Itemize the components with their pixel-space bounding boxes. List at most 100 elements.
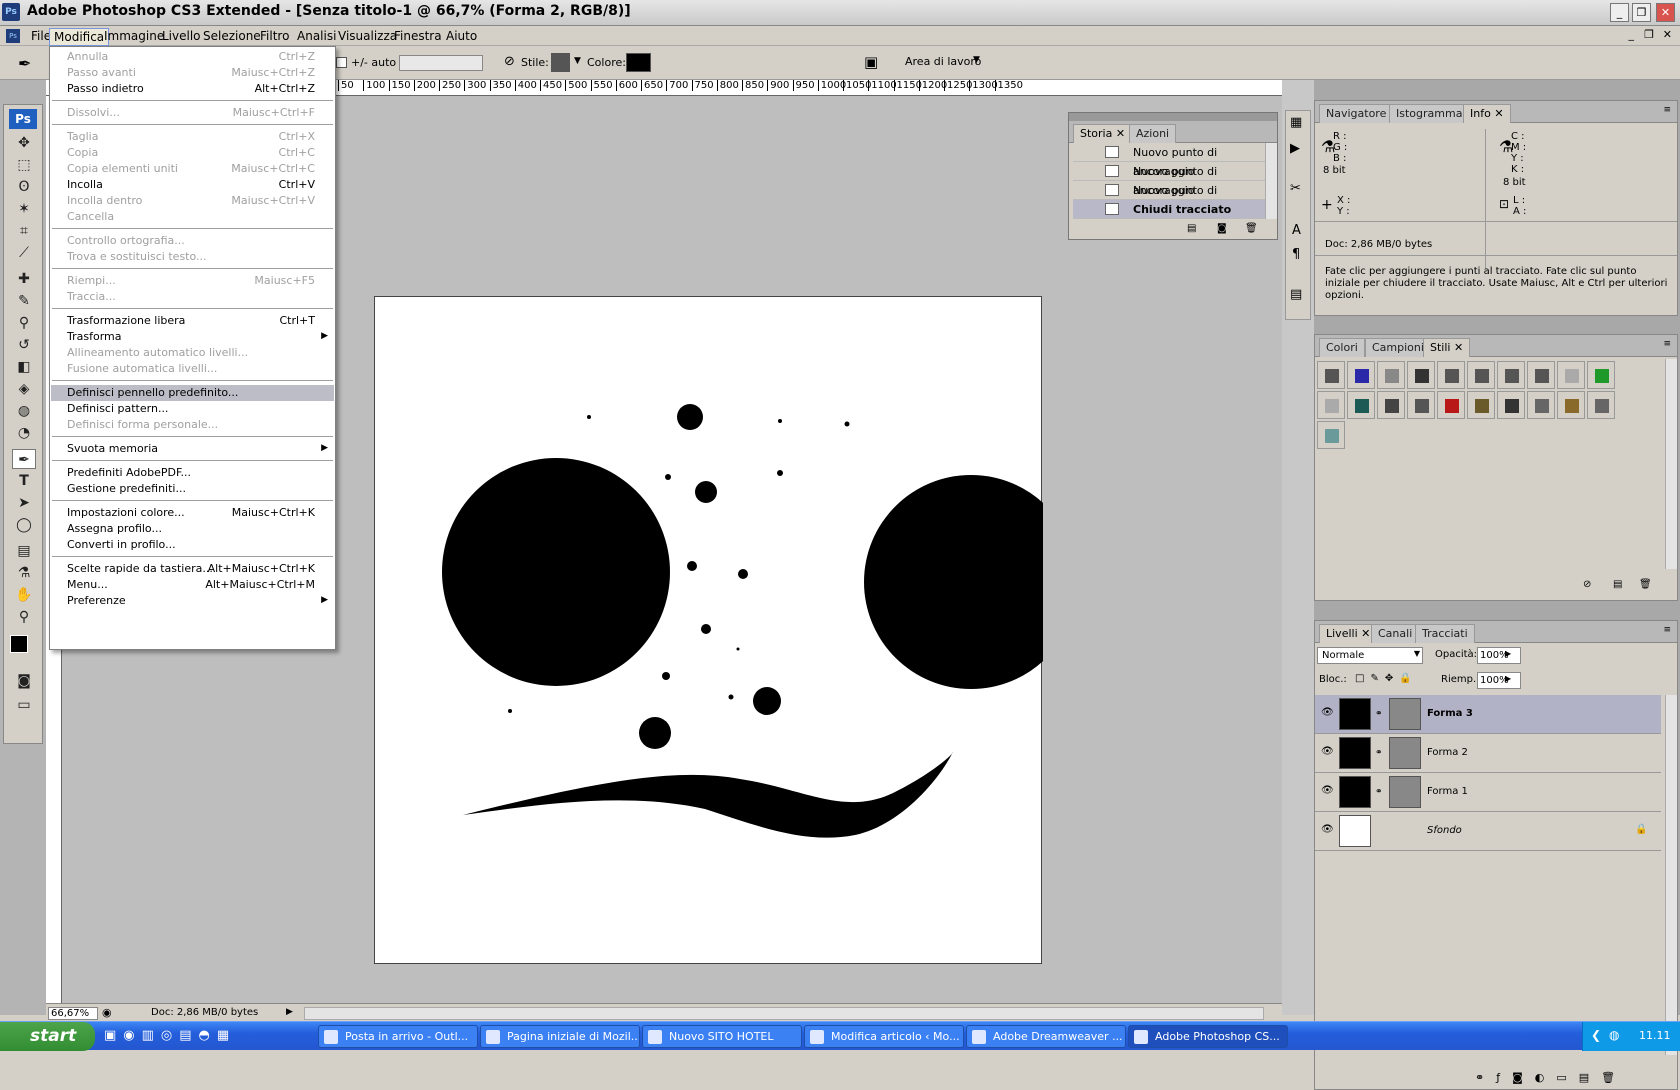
visibility-eye-icon[interactable]: 👁 [1321,824,1335,838]
tab-info[interactable]: Info ✕ [1463,104,1511,123]
layers-scrollbar[interactable] [1665,695,1677,1055]
menu-selezione[interactable]: Selezione [199,28,265,44]
visibility-eye-icon[interactable]: 👁 [1321,785,1335,799]
style-swatch[interactable] [1557,391,1585,419]
style-swatch[interactable] [1587,391,1615,419]
trash-icon[interactable]: 🗑 [1639,579,1652,590]
ellipse-tool-icon[interactable]: ◯ [12,515,36,535]
chevron-down-icon[interactable]: ▼ [973,55,980,65]
chevron-down-icon[interactable]: ▼ [574,56,581,66]
start-button[interactable]: start [0,1022,95,1051]
style-swatch[interactable] [1557,361,1585,389]
edit-menu-item[interactable]: Trasforma ▶ [51,329,334,345]
link-icon[interactable]: ⚭ [1375,709,1383,719]
history-state[interactable]: Nuovo punto di ancoraggio [1073,162,1269,197]
taskbar-button[interactable]: Adobe Dreamweaver ... [966,1025,1126,1048]
style-swatch[interactable] [1377,391,1405,419]
move-tool-icon[interactable]: ✥ [12,133,36,153]
document-canvas[interactable] [374,296,1078,964]
dodge-tool-icon[interactable]: ◔ [12,423,36,443]
character-panel-icon[interactable]: A [1292,223,1301,238]
eraser-tool-icon[interactable]: ◧ [12,357,36,377]
zoom-level[interactable]: 66,67% [48,1007,98,1020]
quick-launch-icons[interactable]: ▣◉▥◎▤◓▦ [104,1028,236,1043]
network-icon[interactable]: ◍ [1609,1028,1619,1042]
style-swatch[interactable] [1437,391,1465,419]
style-swatch[interactable] [1317,391,1345,419]
layer-row[interactable]: 👁 Sfondo 🔒 [1315,812,1661,851]
edit-menu-item[interactable]: Menu... Alt+Maiusc+Ctrl+M [51,577,334,593]
panel-menu-icon[interactable]: ≡ [1663,625,1671,635]
panel-menu-icon[interactable]: ≡ [1663,339,1671,349]
tray-arrow-icon[interactable]: ❮ [1591,1028,1601,1042]
style-swatch[interactable] [1407,361,1435,389]
status-menu-arrow-icon[interactable]: ▶ [286,1007,293,1017]
horizontal-scrollbar[interactable] [304,1007,1264,1020]
menu-livello[interactable]: Livello [158,28,205,44]
fill-input[interactable]: 100% [1477,672,1521,689]
panel-menu-icon[interactable]: ≡ [1663,105,1671,115]
layer-actions[interactable]: ⚭ƒ◙◐▭▤🗑 [1475,1071,1627,1084]
layer-row[interactable]: 👁 ⚭ Forma 1 [1315,773,1661,812]
style-swatch[interactable] [1347,361,1375,389]
tab-tracciati[interactable]: Tracciati [1415,624,1475,643]
doc-restore-icon[interactable]: ❐ [1644,28,1654,41]
style-swatch[interactable] [1497,361,1525,389]
zoom-tool-icon[interactable]: ⚲ [12,607,36,627]
style-swatch[interactable] [1437,361,1465,389]
history-brush-icon[interactable]: ↺ [12,335,36,355]
edit-menu-item[interactable]: Passo indietro Alt+Ctrl+Z [51,81,334,97]
tab-stili[interactable]: Stili ✕ [1423,338,1471,357]
panel-grip[interactable] [1069,113,1277,121]
tab-canali[interactable]: Canali [1371,624,1420,643]
pen-tool-preset-icon[interactable]: ✒ [18,54,31,73]
edit-menu-item[interactable]: Svuota memoria ▶ [51,441,334,457]
path-ops-group[interactable] [399,55,483,71]
tab-navigatore[interactable]: Navigatore [1319,104,1394,123]
foreground-color[interactable] [10,635,28,653]
menu-aiuto[interactable]: Aiuto [442,28,481,44]
taskbar-button[interactable]: Nuovo SITO HOTEL [642,1025,802,1048]
layer-row[interactable]: 👁 ⚭ Forma 3 [1315,695,1661,734]
taskbar-button[interactable]: Pagina iniziale di Mozil... [480,1025,640,1048]
brush-tool-icon[interactable]: ✎ [12,291,36,311]
trash-icon[interactable]: 🗑 [1245,223,1258,234]
quick-mask-icon[interactable]: ◙ [12,671,36,691]
edit-menu-item[interactable]: Trasformazione libera Ctrl+T [51,313,334,329]
style-swatch[interactable] [1377,361,1405,389]
tool-presets-icon[interactable]: ✂ [1290,181,1301,196]
edit-menu-item[interactable]: Converti in profilo... [51,537,334,553]
layer-comps-icon[interactable]: ▤ [1290,287,1302,302]
tab-livelli[interactable]: Livelli ✕ [1319,624,1378,643]
link-icon[interactable]: ⚭ [1375,748,1383,758]
menu-finestra[interactable]: Finestra [390,28,446,44]
blur-tool-icon[interactable]: ◍ [12,401,36,421]
healing-brush-icon[interactable]: ✚ [12,269,36,289]
style-swatch[interactable] [1347,391,1375,419]
history-state[interactable]: Nuovo punto di ancoraggio [1073,181,1269,216]
slice-tool-icon[interactable]: ⟋ [12,243,36,263]
edit-menu-item[interactable]: Definisci pennello predefinito... [51,385,334,401]
lock-icons[interactable]: □✎✥🔒 [1355,673,1418,684]
actions-panel-icon[interactable]: ▶ [1290,141,1300,156]
history-state[interactable]: Nuovo punto di ancoraggio [1073,143,1269,178]
style-swatch[interactable] [1497,391,1525,419]
tab-campioni[interactable]: Campioni [1365,338,1431,357]
clone-stamp-icon[interactable]: ⚲ [12,313,36,333]
edit-menu-item[interactable]: Predefiniti AdobePDF... [51,465,334,481]
edit-menu-item[interactable]: Preferenze ▶ [51,593,334,609]
tab-istogramma[interactable]: Istogramma [1389,104,1470,123]
document-icon[interactable]: Ps [6,29,20,43]
crop-tool-icon[interactable]: ⌗ [12,221,36,241]
taskbar-button[interactable]: Modifica articolo ‹ Mo... [804,1025,964,1048]
restore-button[interactable]: ❐ [1632,3,1651,22]
auto-checkbox[interactable] [336,57,347,68]
taskbar-button[interactable]: Adobe Photoshop CS... [1128,1025,1288,1048]
style-swatch[interactable] [1527,361,1555,389]
edit-menu-item[interactable]: Gestione predefiniti... [51,481,334,497]
history-scrollbar[interactable] [1265,143,1277,219]
link-icon[interactable]: ⊘ [504,54,515,69]
color-swatch[interactable] [626,53,651,72]
edit-menu-item[interactable]: Assegna profilo... [51,521,334,537]
edit-menu-item[interactable]: Definisci pattern... [51,401,334,417]
